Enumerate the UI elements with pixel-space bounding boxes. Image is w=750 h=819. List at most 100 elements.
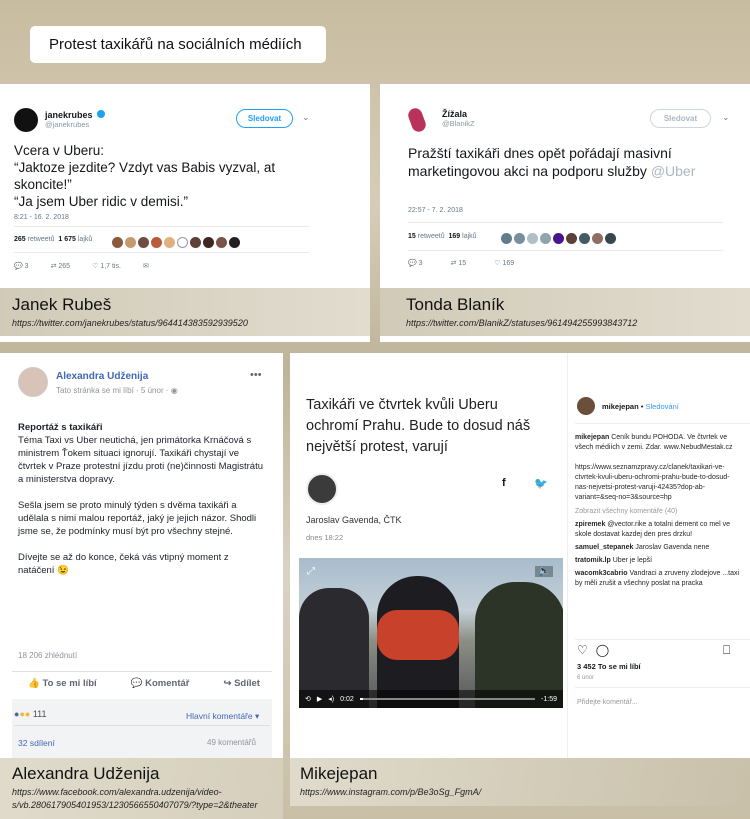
verified-icon <box>97 110 105 118</box>
comment-button[interactable]: 💬 Komentář <box>131 678 190 689</box>
facebook-icon[interactable]: f <box>502 477 506 489</box>
reply-count: 3 <box>418 260 423 267</box>
reply-count: 3 <box>24 263 29 270</box>
follow-button[interactable]: Sledovat <box>650 109 711 128</box>
like-action-count: 1,7 tis. <box>100 263 121 270</box>
comment-user[interactable]: tratomik.lp <box>575 557 611 564</box>
caption-name: Alexandra Udženija <box>12 764 160 783</box>
post-body: Reportáž s taxikáři Téma Taxi vs Uber ne… <box>18 421 266 577</box>
like-icon[interactable]: ♡ 169 <box>494 259 514 267</box>
caption-name: Tonda Blaník <box>406 295 505 314</box>
view-count: 18 206 zhlédnutí <box>18 651 78 660</box>
ig-likes[interactable]: 3 452 To se mi líbí <box>577 662 641 671</box>
caption-url[interactable]: https://www.instagram.com/p/Be3oSg_FgmA/ <box>300 787 740 797</box>
twitter-icon[interactable]: 🐦 <box>534 477 548 490</box>
facebook-post-card: Alexandra Udženija Tato stránka se mi lí… <box>0 353 283 758</box>
tweet-author-name[interactable]: janekrubes <box>45 110 93 120</box>
comment-text: Jaroslav Gavenda nene <box>635 544 710 551</box>
chevron-down-icon[interactable]: ⌄ <box>302 112 310 123</box>
post-meta-text: Tato stránka se mi líbí · 5 únor · <box>56 386 171 395</box>
follow-status-button[interactable]: Sledování <box>645 402 678 411</box>
fullscreen-icon[interactable]: ⤢ <box>307 566 315 577</box>
liker-avatars[interactable] <box>112 235 242 253</box>
avatar[interactable] <box>18 367 48 397</box>
comment-user[interactable]: mikejepan <box>575 434 609 441</box>
volume-icon[interactable]: 🔈 <box>535 566 554 577</box>
like-label: lajků <box>77 236 93 243</box>
retweet-action-count: 265 <box>58 263 71 270</box>
volume-small-icon[interactable]: ◂) <box>328 695 334 703</box>
like-icon[interactable]: ♡ 1,7 tis. <box>92 262 121 270</box>
article-headline: Taxikáři ve čtvrtek kvůli Uberu ochromí … <box>306 397 531 455</box>
ig-username[interactable]: mikejepan <box>602 402 639 411</box>
page-name[interactable]: Alexandra Udženija <box>56 371 148 382</box>
tweet-timestamp[interactable]: 22:57 - 7. 2. 2018 <box>408 207 463 214</box>
rewind-icon[interactable]: ⟲ <box>305 695 311 703</box>
current-time: 0:02 <box>340 695 354 703</box>
ig-comment: zpiremek @vector.rike a totalni dement c… <box>575 520 743 540</box>
liker-avatars[interactable] <box>501 231 618 249</box>
message-icon[interactable]: ✉ <box>143 262 149 270</box>
bookmark-icon[interactable]: ⎕ <box>723 643 730 658</box>
caption-url[interactable]: s/vb.280617905401953/1230566550407079/?t… <box>12 800 271 810</box>
view-all-comments[interactable]: Zobrazit všechny komentáře (40) <box>575 507 743 517</box>
comment-user[interactable]: samuel_stepanek <box>575 544 633 551</box>
heart-icon[interactable]: ♡ <box>577 643 588 657</box>
comment-icon[interactable]: ◯ <box>596 643 609 657</box>
retweet-count[interactable]: 265 <box>14 236 26 243</box>
caption-url[interactable]: https://www.facebook.com/alexandra.udzen… <box>12 787 271 797</box>
video-player[interactable]: ⤢ 🔈 ⟲ ▶ ◂) 0:02 -1:59 <box>299 558 563 708</box>
reaction-count: 111 <box>32 709 47 719</box>
post-heading: Reportáž s taxikáři <box>18 422 103 433</box>
like-count[interactable]: 169 <box>449 233 461 240</box>
view-all-label: Zobrazit všechny komentáře (40) <box>575 508 678 515</box>
like-button[interactable]: 👍 To se mi líbí <box>28 678 97 689</box>
retweet-icon[interactable]: ⇄ 15 <box>451 259 467 267</box>
tweet-author-handle[interactable]: @janekrubes <box>45 120 93 129</box>
comment-count[interactable]: 49 komentářů <box>207 738 256 747</box>
like-count[interactable]: 1 675 <box>58 236 76 243</box>
comment-user[interactable]: wacomk3cabrio <box>575 570 628 577</box>
caption-name: Janek Rubeš <box>12 295 112 314</box>
tweet-timestamp[interactable]: 8:21 - 16. 2. 2018 <box>14 214 69 221</box>
sort-dropdown[interactable]: Hlavní komentáře ▾ <box>186 711 259 722</box>
post-meta: Tato stránka se mi líbí · 5 únor · ◉ <box>56 386 178 395</box>
reply-icon[interactable]: 💬 3 <box>408 259 423 267</box>
mention-link[interactable]: @Uber <box>651 163 696 179</box>
page-title-text: Protest taxikářů na sociálních médiích <box>49 36 302 53</box>
add-comment-input[interactable]: Přidejte komentář... <box>577 699 638 706</box>
share-button[interactable]: ↪ Sdílet <box>223 678 259 689</box>
ig-comment: samuel_stepanek Jaroslav Gavenda nene <box>575 543 743 553</box>
comment-link[interactable]: https://www.seznamzpravy.cz/clanek/taxik… <box>575 464 729 501</box>
tweet-author-name[interactable]: Žížala <box>442 109 475 119</box>
like-button-label: To se mi líbí <box>42 678 97 689</box>
tweet-author-handle[interactable]: @BlanikZ <box>442 119 475 128</box>
comment-user[interactable]: zpiremek <box>575 521 605 528</box>
instagram-post-card: Taxikáři ve čtvrtek kvůli Uberu ochromí … <box>290 353 750 758</box>
progress-bar[interactable] <box>359 698 536 700</box>
comment-text: Uber je lepší <box>612 557 653 564</box>
caption-mikejepan: Mikejepan https://www.instagram.com/p/Be… <box>290 758 750 806</box>
caption-url[interactable]: https://twitter.com/BlanikZ/statuses/961… <box>406 318 724 328</box>
chevron-down-icon[interactable]: ⌄ <box>722 112 730 123</box>
share-count[interactable]: 32 sdílení <box>18 738 55 748</box>
tweet-body: Pražští taxikáři dnes opět pořádají masi… <box>408 145 672 179</box>
retweet-count[interactable]: 15 <box>408 233 416 240</box>
reply-icon[interactable]: 💬 3 <box>14 262 29 270</box>
ig-comments: mikejepan Ceník bundu POHODA. Ve čtvrtek… <box>575 433 743 589</box>
reactions-summary[interactable]: ●●● 111 <box>14 709 47 719</box>
play-icon[interactable]: ▶ <box>317 695 322 703</box>
page-title: Protest taxikářů na sociálních médiích <box>30 26 326 63</box>
ig-avatar[interactable] <box>577 397 595 415</box>
avatar[interactable] <box>14 108 38 132</box>
like-label: lajků <box>462 233 477 240</box>
retweet-label: retweetů <box>27 236 55 243</box>
worm-avatar[interactable] <box>406 106 428 134</box>
tweet-line: “Jaktoze jezdite? Vzdyt vas Babis vyzval… <box>14 160 276 192</box>
follow-button[interactable]: Sledovat <box>236 109 293 128</box>
retweet-action-count: 15 <box>458 260 467 267</box>
like-action-count: 169 <box>502 260 515 267</box>
retweet-icon[interactable]: ⇄ 265 <box>51 262 71 270</box>
caption-url[interactable]: https://twitter.com/janekrubes/status/96… <box>12 318 358 328</box>
more-options-icon[interactable]: ••• <box>250 369 262 381</box>
